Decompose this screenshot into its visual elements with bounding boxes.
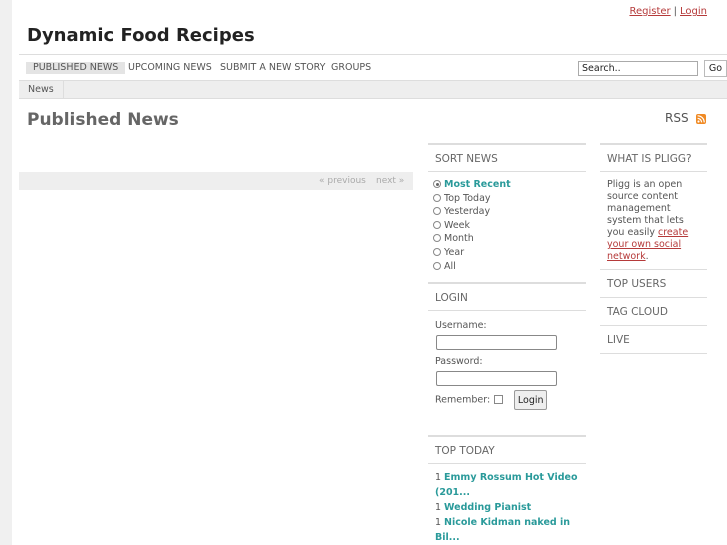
nav-item-upcoming-news[interactable]: Upcoming News — [128, 62, 212, 74]
remember-label: Remember: — [435, 394, 491, 406]
sidebar: What is Pligg? Pligg is an open source c… — [600, 143, 707, 354]
rss-link[interactable]: RSS — [665, 111, 689, 125]
what-is-pligg-heading: What is Pligg? — [600, 143, 707, 172]
site-title[interactable]: Dynamic Food Recipes — [27, 25, 255, 46]
sub-nav: News — [19, 81, 727, 99]
sort-option-all[interactable]: All — [428, 260, 586, 274]
password-field[interactable] — [436, 371, 557, 386]
remember-checkbox[interactable] — [494, 394, 504, 404]
sort-news-heading: Sort News — [428, 143, 586, 172]
radio-icon[interactable] — [433, 193, 441, 202]
sort-option-year[interactable]: Year — [428, 246, 586, 260]
sort-option-top-today[interactable]: Top Today — [428, 192, 586, 206]
sort-option-month[interactable]: Month — [428, 232, 586, 246]
top-today-item[interactable]: 1 Wedding Pianist — [428, 500, 586, 515]
top-today-item[interactable]: 1 Emmy Rossum Hot Video (201... — [428, 470, 586, 500]
sort-news-column: Sort News Most Recent Top Today Yesterda… — [428, 143, 586, 545]
main-nav: Published News Upcoming News Submit a Ne… — [19, 54, 727, 81]
password-label: Password: — [435, 356, 483, 367]
top-today-list: 1 Emmy Rossum Hot Video (201... 1 Wedding … — [428, 464, 586, 545]
top-users-link[interactable]: Top Users — [600, 270, 707, 298]
what-is-pligg-text: Pligg is an open source content manageme… — [600, 172, 707, 270]
sort-option-most-recent[interactable]: Most Recent — [428, 178, 586, 192]
username-field[interactable] — [436, 335, 557, 350]
radio-icon[interactable] — [433, 247, 441, 256]
username-label: Username: — [435, 320, 487, 331]
radio-icon[interactable] — [433, 207, 441, 216]
search-go-button[interactable]: Go — [704, 60, 727, 77]
login-form: Username: Password: Remember: Login — [428, 311, 586, 435]
account-links: Register | Login — [629, 6, 707, 17]
next-page-link[interactable]: next » — [376, 176, 404, 186]
sort-options: Most Recent Top Today Yesterday Week Mon… — [428, 172, 586, 282]
search-input[interactable] — [578, 61, 698, 76]
previous-page-link[interactable]: « previous — [319, 176, 366, 186]
register-link[interactable]: Register — [629, 6, 670, 17]
nav-item-groups[interactable]: Groups — [331, 62, 371, 74]
tag-cloud-link[interactable]: Tag Cloud — [600, 298, 707, 326]
radio-icon[interactable] — [433, 234, 441, 243]
pagination-bar: « previous next » — [19, 172, 413, 190]
remember-row: Remember: Login — [428, 390, 586, 410]
page-title: Published News — [27, 110, 179, 130]
radio-icon[interactable] — [433, 261, 441, 270]
separator: | — [673, 6, 678, 17]
page: Register | Login Dynamic Food Recipes Publ… — [12, 0, 727, 545]
nav-item-published-news[interactable]: Published News — [26, 62, 126, 74]
radio-icon[interactable] — [433, 220, 441, 229]
login-heading: Login — [428, 282, 586, 311]
rss-feed-icon[interactable] — [696, 114, 706, 124]
tab-news[interactable]: News — [19, 81, 64, 99]
top-today-heading: Top Today — [428, 435, 586, 464]
top-today-item[interactable]: 1 Nicole Kidman naked in Bil... — [428, 515, 586, 545]
sort-option-yesterday[interactable]: Yesterday — [428, 205, 586, 219]
login-submit-button[interactable]: Login — [514, 390, 548, 410]
sort-option-week[interactable]: Week — [428, 219, 586, 233]
live-link[interactable]: Live — [600, 326, 707, 354]
login-link[interactable]: Login — [680, 6, 707, 17]
nav-item-submit-story[interactable]: Submit a New Story — [220, 62, 325, 74]
radio-selected-icon[interactable] — [433, 180, 441, 188]
